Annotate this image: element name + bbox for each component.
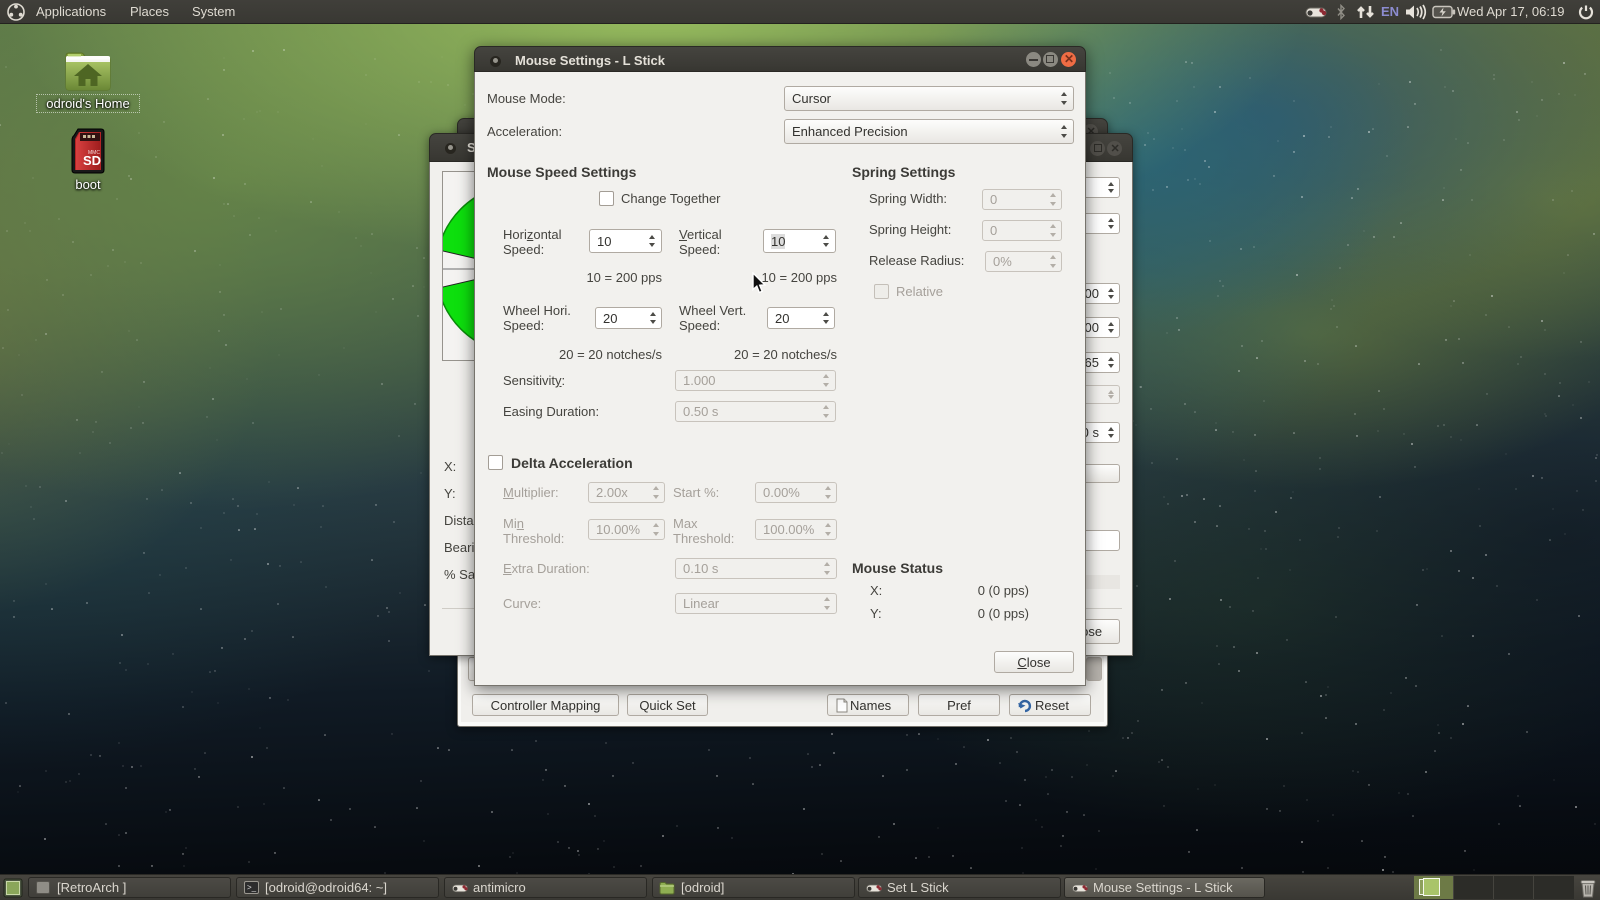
svg-text:SD: SD bbox=[83, 153, 101, 168]
